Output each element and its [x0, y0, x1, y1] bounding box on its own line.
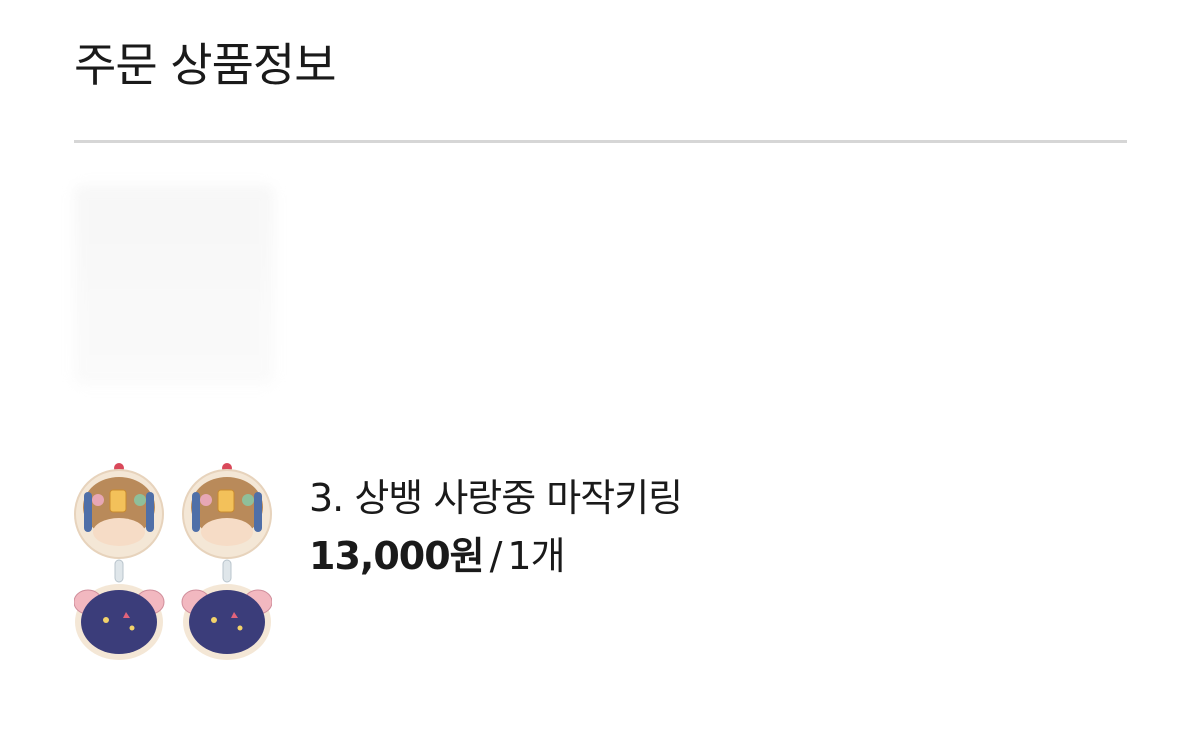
product-price: 13,000원	[309, 534, 485, 578]
order-item[interactable]: 3. 상뱅 사랑중 마작키링 13,000원/1개	[74, 462, 974, 667]
keyring-illustration	[74, 463, 272, 660]
section-divider	[74, 140, 1127, 143]
product-quantity: 1개	[507, 534, 565, 578]
product-thumbnail[interactable]	[74, 462, 272, 662]
faded-order-item	[74, 185, 674, 395]
faded-product-thumbnail	[74, 185, 274, 385]
keyring-left	[74, 463, 165, 660]
section-title: 주문 상품정보	[74, 38, 337, 92]
price-quantity-separator: /	[489, 534, 503, 578]
keyring-right	[181, 463, 272, 660]
product-price-row: 13,000원/1개	[309, 528, 682, 584]
product-info: 3. 상뱅 사랑중 마작키링 13,000원/1개	[309, 470, 683, 584]
product-name[interactable]: 3. 상뱅 사랑중 마작키링	[309, 470, 683, 526]
